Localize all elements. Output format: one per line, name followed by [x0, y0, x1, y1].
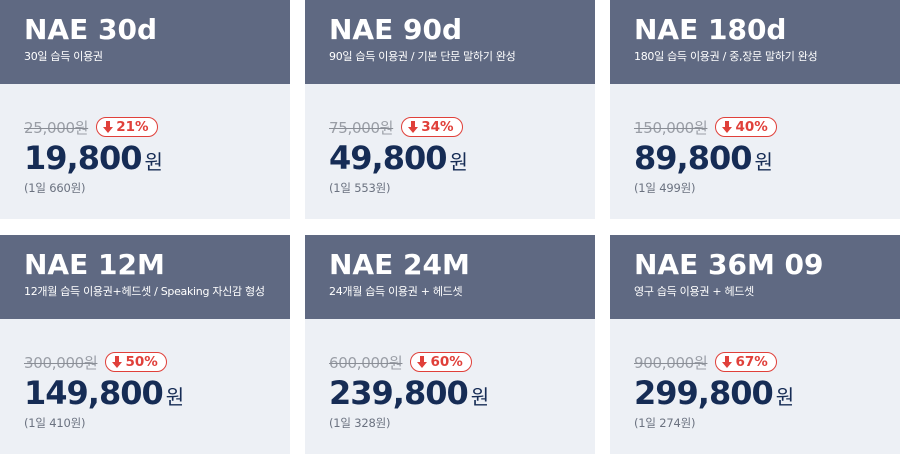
arrow-down-icon [722, 356, 733, 368]
per-day-price: (1일 553원) [329, 181, 391, 195]
original-price: 300,000원 [24, 353, 98, 372]
discount-percent: 34% [421, 119, 454, 135]
original-price: 600,000원 [329, 353, 403, 372]
discount-percent: 50% [125, 354, 158, 370]
plan-body: 300,000원 50% 149,800 원 (1일 410원) [0, 319, 290, 454]
plan-title: NAE 30d [24, 13, 157, 46]
plan-header: NAE 90d 90일 습득 이용권 / 기본 단문 말하기 완성 [305, 0, 595, 84]
discount-percent: 40% [735, 119, 768, 135]
plan-header: NAE 12M 12개월 습득 이용권+헤드셋 / Speaking 자신감 형… [0, 235, 290, 319]
discount-badge: 21% [96, 117, 158, 137]
plan-card-30d[interactable]: NAE 30d 30일 습득 이용권 25,000원 21% 19,800 원 … [0, 0, 290, 219]
arrow-down-icon [417, 356, 428, 368]
arrow-down-icon [722, 121, 733, 133]
pricing-grid: NAE 30d 30일 습득 이용권 25,000원 21% 19,800 원 … [0, 0, 900, 455]
plan-card-90d[interactable]: NAE 90d 90일 습득 이용권 / 기본 단문 말하기 완성 75,000… [305, 0, 595, 219]
plan-subtitle: 180일 습득 이용권 / 중,장문 말하기 완성 [634, 50, 818, 63]
plan-card-36m[interactable]: NAE 36M 09 영구 습득 이용권 + 헤드셋 900,000원 67% … [610, 235, 900, 454]
discount-percent: 67% [735, 354, 768, 370]
original-price: 25,000원 [24, 118, 89, 137]
plan-header: NAE 24M 24개월 습득 이용권 + 헤드셋 [305, 235, 595, 319]
currency-unit: 원 [449, 150, 468, 174]
plan-body: 900,000원 67% 299,800 원 (1일 274원) [610, 319, 900, 454]
original-price: 75,000원 [329, 118, 394, 137]
plan-header: NAE 36M 09 영구 습득 이용권 + 헤드셋 [610, 235, 900, 319]
currency-unit: 원 [470, 385, 490, 409]
discount-percent: 60% [430, 354, 463, 370]
plan-card-12m[interactable]: NAE 12M 12개월 습득 이용권+헤드셋 / Speaking 자신감 형… [0, 235, 290, 454]
discount-badge: 50% [105, 352, 167, 372]
currency-unit: 원 [144, 150, 163, 174]
arrow-down-icon [408, 121, 419, 133]
discount-badge: 40% [715, 117, 777, 137]
plan-subtitle: 30일 습득 이용권 [24, 50, 103, 63]
sale-price: 239,800 [329, 374, 469, 412]
per-day-price: (1일 499원) [634, 181, 696, 195]
plan-subtitle: 영구 습득 이용권 + 헤드셋 [634, 285, 754, 298]
plan-body: 25,000원 21% 19,800 원 (1일 660원) [0, 84, 290, 219]
sale-price: 299,800 [634, 374, 774, 412]
plan-card-24m[interactable]: NAE 24M 24개월 습득 이용권 + 헤드셋 600,000원 60% 2… [305, 235, 595, 454]
per-day-price: (1일 410원) [24, 416, 86, 430]
plan-title: NAE 12M [24, 248, 165, 281]
plan-title: NAE 90d [329, 13, 462, 46]
plan-header: NAE 30d 30일 습득 이용권 [0, 0, 290, 84]
plan-card-180d[interactable]: NAE 180d 180일 습득 이용권 / 중,장문 말하기 완성 150,0… [610, 0, 900, 219]
arrow-down-icon [112, 356, 123, 368]
sale-price: 19,800 [24, 139, 142, 177]
discount-percent: 21% [116, 119, 149, 135]
per-day-price: (1일 274원) [634, 416, 696, 430]
sale-price: 49,800 [329, 139, 447, 177]
plan-title: NAE 36M 09 [634, 248, 824, 281]
per-day-price: (1일 660원) [24, 181, 86, 195]
original-price: 900,000원 [634, 353, 708, 372]
plan-body: 600,000원 60% 239,800 원 (1일 328원) [305, 319, 595, 454]
discount-badge: 67% [715, 352, 777, 372]
currency-unit: 원 [165, 385, 185, 409]
discount-badge: 60% [410, 352, 472, 372]
plan-header: NAE 180d 180일 습득 이용권 / 중,장문 말하기 완성 [610, 0, 900, 84]
currency-unit: 원 [754, 150, 773, 174]
arrow-down-icon [103, 121, 114, 133]
sale-price: 89,800 [634, 139, 752, 177]
currency-unit: 원 [775, 385, 795, 409]
plan-subtitle: 90일 습득 이용권 / 기본 단문 말하기 완성 [329, 50, 516, 63]
original-price: 150,000원 [634, 118, 708, 137]
per-day-price: (1일 328원) [329, 416, 391, 430]
plan-body: 75,000원 34% 49,800 원 (1일 553원) [305, 84, 595, 219]
plan-body: 150,000원 40% 89,800 원 (1일 499원) [610, 84, 900, 219]
plan-title: NAE 180d [634, 13, 787, 46]
discount-badge: 34% [401, 117, 463, 137]
plan-subtitle: 24개월 습득 이용권 + 헤드셋 [329, 285, 463, 298]
sale-price: 149,800 [24, 374, 164, 412]
plan-subtitle: 12개월 습득 이용권+헤드셋 / Speaking 자신감 형성 [24, 285, 265, 298]
plan-title: NAE 24M [329, 248, 470, 281]
